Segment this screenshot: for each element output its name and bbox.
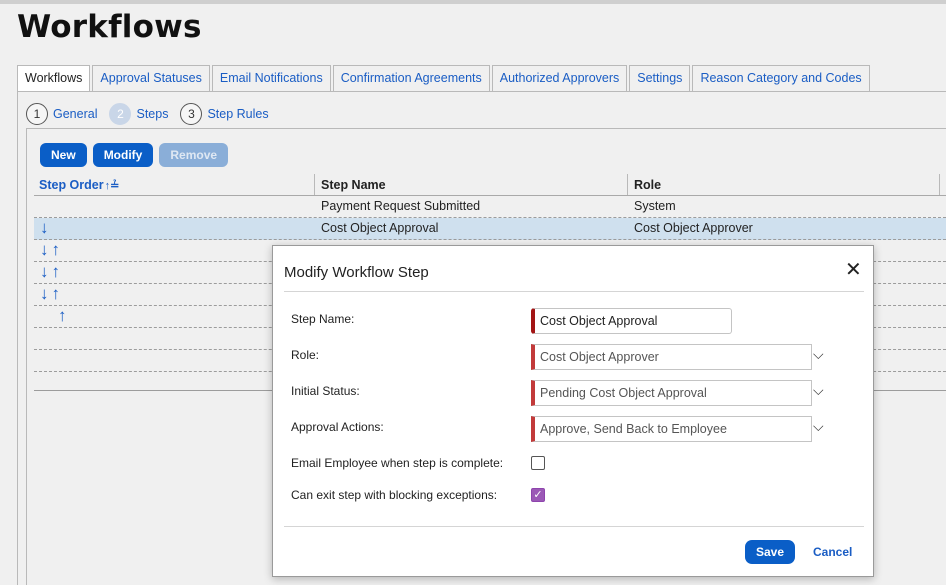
wizard-step-label: Step Rules: [207, 107, 269, 121]
chevron-down-icon[interactable]: ⌵: [813, 346, 824, 363]
toolbar: New Modify Remove: [40, 143, 234, 167]
wizard-step-steps[interactable]: 2 Steps: [109, 103, 168, 125]
move-up-icon[interactable]: ↑: [52, 239, 61, 260]
modify-button[interactable]: Modify: [92, 143, 154, 167]
chevron-down-icon[interactable]: ⌵: [813, 418, 824, 435]
cancel-button[interactable]: Cancel: [813, 545, 852, 559]
wizard-step-step-rules[interactable]: 3 Step Rules: [180, 103, 269, 125]
move-up-icon[interactable]: ↑: [52, 261, 61, 282]
wizard-steps: 1 General 2 Steps 3 Step Rules: [26, 103, 281, 125]
table-row[interactable]: ↓ Cost Object Approval Cost Object Approve…: [34, 218, 946, 240]
wizard-step-label: General: [53, 107, 98, 121]
step-order-column-header[interactable]: Step Order↑≟: [34, 174, 315, 195]
step-name-input[interactable]: Cost Object Approval: [531, 308, 732, 334]
column-header-label: Step Order: [39, 178, 104, 192]
approval-actions-label: Approval Actions:: [291, 420, 384, 434]
move-up-icon[interactable]: ↑: [58, 305, 67, 326]
tab-confirmation-agreements[interactable]: Confirmation Agreements: [332, 65, 490, 92]
move-down-icon[interactable]: ↓: [40, 239, 49, 260]
remove-button[interactable]: Remove: [159, 143, 229, 167]
move-up-icon[interactable]: ↑: [52, 283, 61, 304]
new-button[interactable]: New: [40, 143, 87, 167]
step-name-column-header: Step Name: [315, 174, 628, 195]
email-employee-label: Email Employee when step is complete:: [291, 456, 504, 470]
tab-bar: Workflows Approval Statuses Email Notifi…: [17, 65, 872, 93]
page-title: Workflows: [17, 9, 202, 45]
role-cell: Cost Object Approver: [634, 221, 753, 235]
role-label: Role:: [291, 348, 320, 362]
email-employee-checkbox[interactable]: [531, 456, 545, 470]
exit-with-exceptions-label: Can exit step with blocking exceptions:: [291, 488, 498, 502]
chevron-down-icon[interactable]: ⌵: [813, 382, 824, 399]
modify-workflow-step-dialog: Modify Workflow Step ✕ Step Name: Cost O…: [272, 245, 874, 577]
tab-settings[interactable]: Settings: [629, 65, 691, 92]
role-cell: System: [634, 199, 676, 213]
role-column-header: Role: [628, 174, 940, 195]
wizard-step-label: Steps: [136, 107, 169, 121]
step-name-cell: Payment Request Submitted: [321, 199, 481, 213]
move-down-icon[interactable]: ↓: [40, 283, 49, 304]
dialog-header-divider: [284, 291, 864, 292]
step-number-badge: 3: [180, 103, 203, 125]
step-name-label: Step Name:: [291, 312, 355, 326]
top-border: [0, 0, 946, 4]
close-icon[interactable]: ✕: [845, 260, 862, 280]
sort-ascending-icon: ↑≟: [104, 180, 120, 192]
step-number-badge: 1: [26, 103, 48, 125]
move-down-icon[interactable]: ↓: [40, 261, 49, 282]
dialog-title: Modify Workflow Step: [284, 264, 429, 281]
initial-status-select[interactable]: Pending Cost Object Approval: [531, 380, 812, 406]
wizard-step-general[interactable]: 1 General: [26, 103, 97, 125]
dialog-footer-divider: [284, 526, 864, 527]
role-select[interactable]: Cost Object Approver: [531, 344, 812, 370]
table-row[interactable]: Payment Request Submitted System: [34, 196, 946, 218]
tab-approval-statuses[interactable]: Approval Statuses: [92, 65, 210, 92]
save-button[interactable]: Save: [745, 540, 795, 564]
move-down-icon[interactable]: ↓: [40, 217, 49, 238]
tab-reason-category-and-codes[interactable]: Reason Category and Codes: [692, 65, 870, 92]
step-name-cell: Cost Object Approval: [321, 221, 439, 235]
tab-email-notifications[interactable]: Email Notifications: [211, 65, 331, 92]
step-order-cell: ↓: [34, 217, 315, 240]
initial-status-label: Initial Status:: [291, 384, 360, 398]
grid-header: Step Order↑≟ Step Name Role: [34, 174, 946, 196]
step-number-badge: 2: [109, 103, 132, 125]
tab-authorized-approvers[interactable]: Authorized Approvers: [491, 65, 628, 92]
tab-workflows[interactable]: Workflows: [17, 65, 91, 93]
exit-with-exceptions-checkbox[interactable]: ✓: [531, 488, 545, 502]
approval-actions-select[interactable]: Approve, Send Back to Employee: [531, 416, 812, 442]
